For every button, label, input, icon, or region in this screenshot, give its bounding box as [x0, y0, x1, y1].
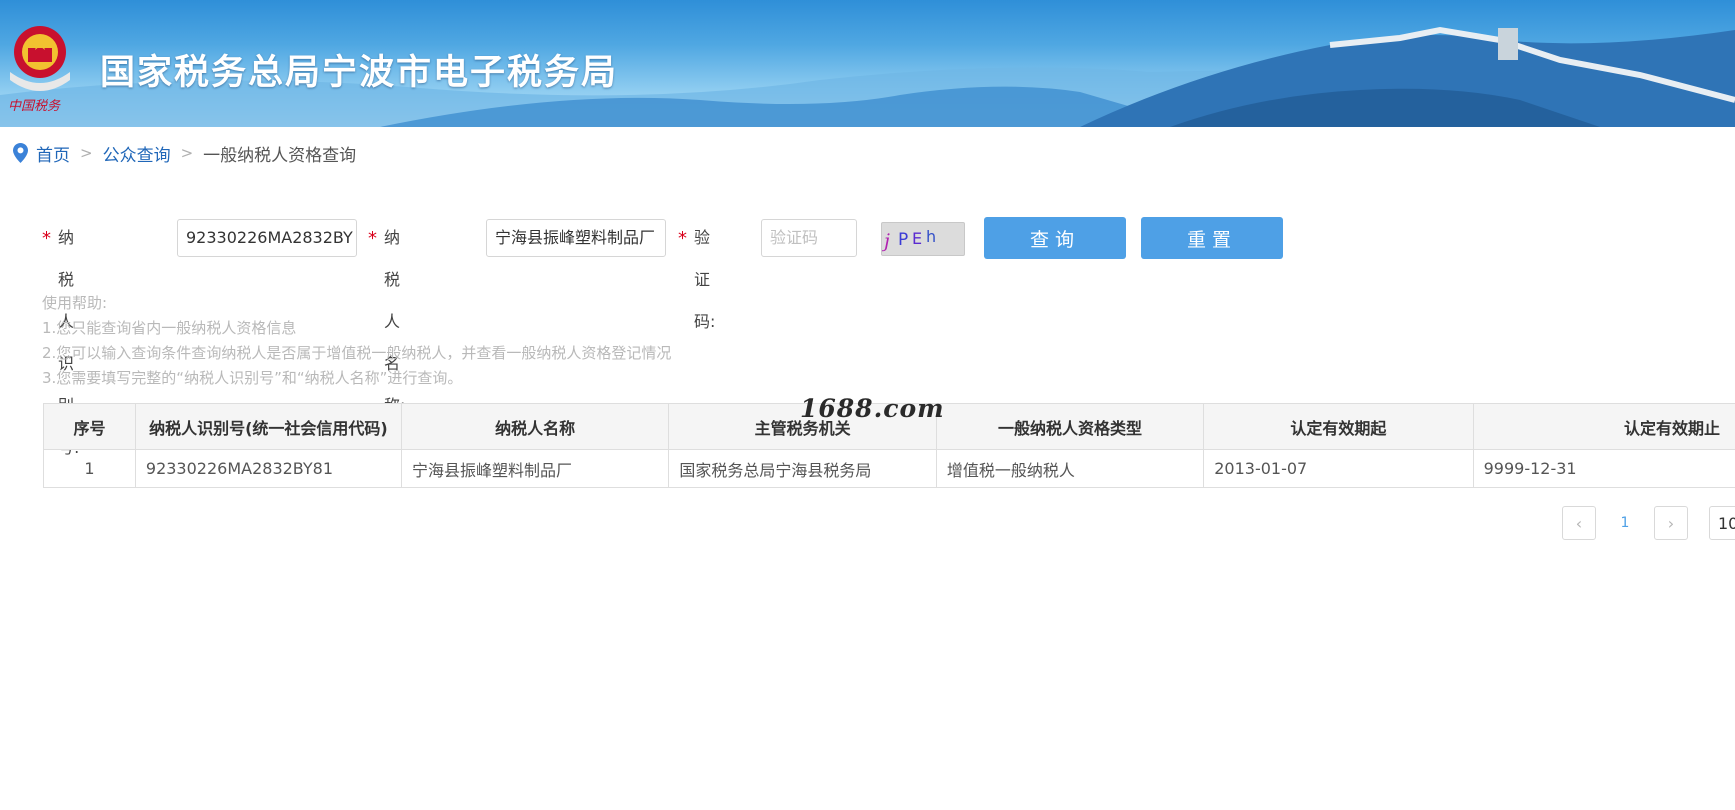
svg-text:P: P [898, 230, 908, 250]
help-line: 1.您只能查询省内一般纳税人资格信息 [42, 319, 297, 337]
required-mark: * [678, 228, 687, 249]
reset-button[interactable]: 重置 [1141, 217, 1283, 259]
chevron-right-icon: › [1667, 513, 1675, 533]
page-size-select[interactable]: 10 [1709, 506, 1735, 540]
cell-valid-from: 2013-01-07 [1203, 449, 1474, 488]
national-tax-emblem: 中国税务 [8, 26, 70, 114]
column-header-valid-from: 认定有效期起 [1203, 403, 1474, 450]
taxpayer-name-input[interactable]: 宁海县振峰塑料制品厂 [486, 219, 666, 257]
location-pin-icon [13, 143, 28, 163]
watermark: 1688.com [800, 394, 945, 423]
help-line: 2.您可以输入查询条件查询纳税人是否属于增值税一般纳税人，并查看一般纳税人资格登… [42, 344, 672, 362]
usage-help: 使用帮助: 1.您只能查询省内一般纳税人资格信息 2.您可以输入查询条件查询纳税… [42, 291, 671, 391]
next-page-button[interactable]: › [1654, 506, 1688, 540]
breadcrumb-separator: > [80, 144, 93, 162]
svg-text:h: h [926, 227, 936, 246]
query-button[interactable]: 查询 [984, 217, 1126, 259]
breadcrumb-current: 一般纳税人资格查询 [203, 145, 357, 166]
column-header-taxpayer-id: 纳税人识别号(统一社会信用代码) [134, 403, 402, 450]
svg-text:j: j [882, 230, 890, 252]
required-mark: * [368, 228, 377, 249]
breadcrumb-public-query-link[interactable]: 公众查询 [103, 141, 171, 166]
svg-text:中国税务: 中国税务 [8, 99, 61, 114]
captcha-label: 验证码: [694, 228, 716, 331]
column-header-taxpayer-name: 纳税人名称 [400, 403, 670, 450]
captcha-image[interactable]: j P E h [880, 222, 965, 256]
cell-seq: 1 [43, 449, 136, 488]
cell-taxpayer-name: 宁海县振峰塑料制品厂 [400, 449, 670, 488]
svg-text:E: E [912, 229, 922, 248]
cell-taxpayer-id: 92330226MA2832BY81 [134, 449, 402, 488]
cell-tax-authority: 国家税务总局宁海县税务局 [668, 449, 937, 488]
header-banner: 中国税务 国家税务总局宁波市电子税务局 [0, 0, 1735, 127]
breadcrumb-home-link[interactable]: 首页 [36, 141, 70, 166]
cell-valid-to: 9999-12-31 [1472, 449, 1735, 488]
taxpayer-id-input[interactable]: 92330226MA2832BY [177, 219, 357, 257]
help-line: 3.您需要填写完整的“纳税人识别号”和“纳税人名称”进行查询。 [42, 369, 463, 387]
required-mark: * [42, 228, 51, 249]
help-title: 使用帮助: [42, 294, 108, 312]
prev-page-button[interactable]: ‹ [1562, 506, 1596, 540]
column-header-qualification-type: 一般纳税人资格类型 [935, 403, 1205, 450]
captcha-glyphs: j P E h [880, 227, 936, 252]
column-header-valid-to: 认定有效期止 [1472, 403, 1735, 450]
site-title: 国家税务总局宁波市电子税务局 [100, 53, 619, 93]
table-row: 1 92330226MA2832BY81 宁海县振峰塑料制品厂 国家税务总局宁海… [43, 449, 1735, 488]
breadcrumb-separator: > [180, 144, 194, 162]
cell-qualification-type: 增值税一般纳税人 [935, 449, 1205, 488]
captcha-input[interactable]: 验证码 [761, 219, 857, 257]
page-number-current[interactable]: 1 [1608, 506, 1642, 540]
pagination: ‹ 1 › 10 [1562, 506, 1735, 542]
chevron-left-icon: ‹ [1575, 513, 1583, 533]
breadcrumb: 首页 > 公众查询 > 一般纳税人资格查询 [13, 141, 357, 166]
column-header-seq: 序号 [43, 403, 136, 450]
